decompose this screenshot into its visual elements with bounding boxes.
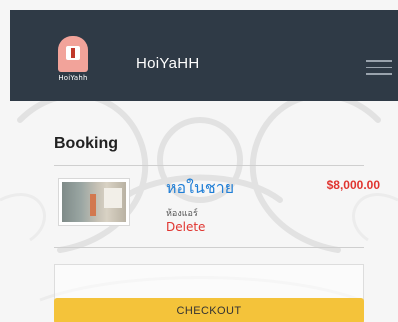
item-subtitle: ห้องแอร์ [166,209,198,219]
page-title: Booking [54,135,364,166]
hamburger-line [366,73,392,75]
hamburger-line [366,66,392,68]
logo[interactable]: HoiYahh [50,36,96,88]
item-price: $8,000.00 [326,178,380,192]
brand-name[interactable]: HoiYaHH [136,55,200,72]
checkout-button[interactable]: CHECKOUT [54,298,364,322]
house-logo-icon [58,36,88,72]
navbar: HoiYahh HoiYaHH [10,10,398,101]
delete-link[interactable]: Delete [166,220,205,234]
item-name-link[interactable]: หอในชาย [166,176,234,201]
hamburger-icon[interactable] [366,60,392,76]
hamburger-line [366,60,392,62]
room-thumbnail [58,178,130,226]
page: HoiYahh HoiYaHH Booking หอในชาย ห้องแอร์… [0,0,398,322]
room-image [62,182,126,222]
logo-caption: HoiYahh [58,74,88,82]
booking-section: Booking หอในชาย ห้องแอร์ Delete $8,000.0… [54,135,380,248]
list-item: หอในชาย ห้องแอร์ Delete $8,000.00 [54,166,380,248]
